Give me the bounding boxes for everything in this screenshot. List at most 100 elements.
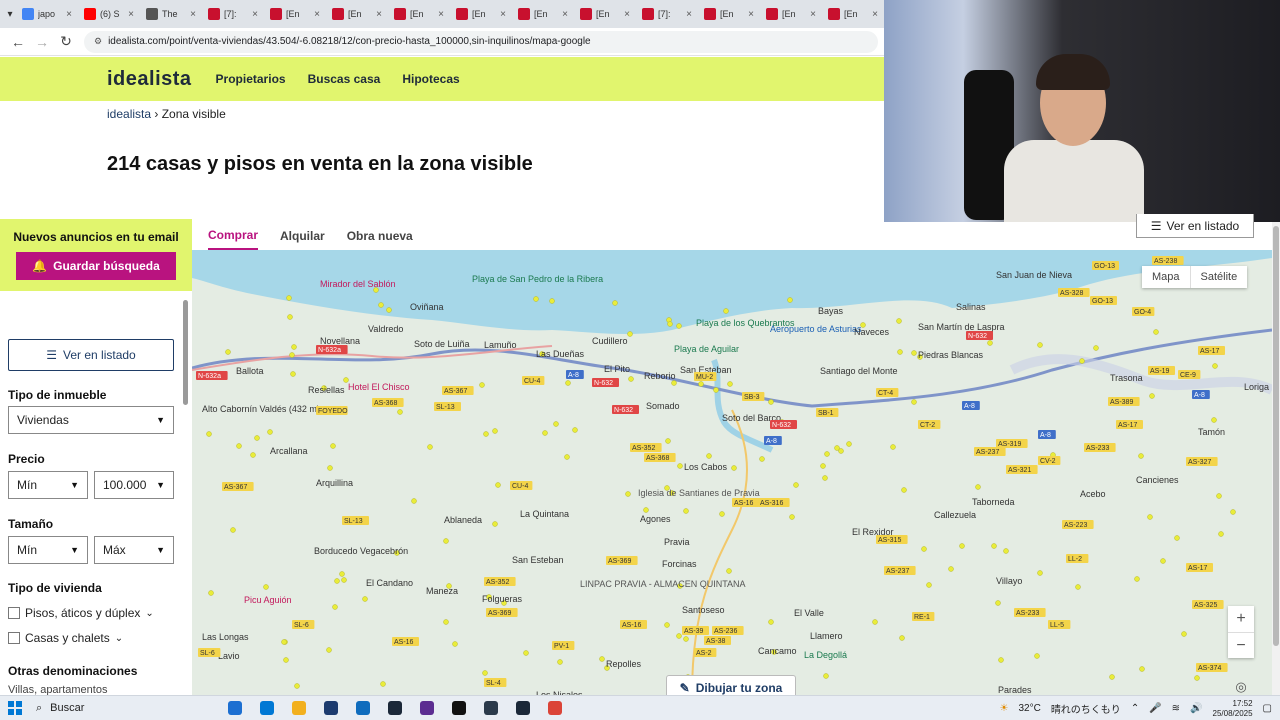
nav-mortgages[interactable]: Hipotecas <box>402 72 459 86</box>
taskbar-app-icon[interactable] <box>224 699 246 717</box>
listing-pin[interactable] <box>1075 584 1081 590</box>
listing-pin[interactable] <box>995 600 1001 606</box>
listing-pin[interactable] <box>625 491 631 497</box>
taskbar-app-icon[interactable] <box>320 699 342 717</box>
size-max-select[interactable]: Máx ▼ <box>94 536 174 564</box>
reload-icon[interactable]: ↻ <box>54 33 78 50</box>
listing-pin[interactable] <box>683 508 689 514</box>
weather-temp[interactable]: 32°C <box>1018 703 1040 714</box>
listing-pin[interactable] <box>713 387 719 393</box>
taskbar-app-icon[interactable] <box>256 699 278 717</box>
listing-pin[interactable] <box>378 302 384 308</box>
browser-tab[interactable]: [En × <box>574 2 636 26</box>
tab-buy[interactable]: Comprar <box>208 222 259 250</box>
listing-pin[interactable] <box>1149 393 1155 399</box>
listing-pin[interactable] <box>443 538 449 544</box>
listing-pin[interactable] <box>281 639 287 645</box>
listing-pin[interactable] <box>1037 570 1043 576</box>
tab-close-icon[interactable]: × <box>872 9 878 20</box>
listing-pin[interactable] <box>820 463 826 469</box>
listing-pin[interactable] <box>267 429 273 435</box>
listing-pin[interactable] <box>822 475 828 481</box>
listing-pin[interactable] <box>286 295 292 301</box>
tab-close-icon[interactable]: × <box>66 9 72 20</box>
listing-pin[interactable] <box>411 498 417 504</box>
listing-pin[interactable] <box>890 444 896 450</box>
listing-pin[interactable] <box>452 641 458 647</box>
listing-pin[interactable] <box>386 307 392 313</box>
listing-pin[interactable] <box>911 350 917 356</box>
listing-pin[interactable] <box>1212 363 1218 369</box>
tab-close-icon[interactable]: × <box>624 9 630 20</box>
listing-pin[interactable] <box>427 444 433 450</box>
view-list-top-button[interactable]: ☰ Ver en listado <box>1136 214 1254 238</box>
chevron-down-icon[interactable]: ⌄ <box>145 608 153 619</box>
listing-pin[interactable] <box>793 482 799 488</box>
chevron-up-icon[interactable]: ⌃ <box>1131 703 1139 714</box>
listing-pin[interactable] <box>959 543 965 549</box>
listing-pin[interactable] <box>787 297 793 303</box>
listing-pin[interactable] <box>911 399 917 405</box>
listing-pin[interactable] <box>549 298 555 304</box>
checkbox-houses[interactable] <box>8 632 20 644</box>
size-min-select[interactable]: Mín ▼ <box>8 536 88 564</box>
map-type-map[interactable]: Mapa <box>1142 266 1190 288</box>
nav-owners[interactable]: Propietarios <box>216 72 286 86</box>
map-canvas[interactable]: Mirador del Sablón Playa de San Pedro de … <box>192 250 1272 695</box>
browser-tab[interactable]: [En × <box>326 2 388 26</box>
mic-icon[interactable]: 🎤 <box>1149 703 1161 714</box>
listing-pin[interactable] <box>612 300 618 306</box>
tab-close-icon[interactable]: × <box>190 9 196 20</box>
listing-pin[interactable] <box>263 584 269 590</box>
address-bar[interactable]: ⚙ idealista.com/point/venta-viviendas/43… <box>84 30 878 53</box>
taskbar-app-icon[interactable] <box>288 699 310 717</box>
listing-pin[interactable] <box>564 454 570 460</box>
save-search-button[interactable]: 🔔 Guardar búsqueda <box>16 252 176 280</box>
listing-pin[interactable] <box>599 656 605 662</box>
tab-close-icon[interactable]: × <box>686 9 692 20</box>
listing-pin[interactable] <box>542 430 548 436</box>
listing-pin[interactable] <box>236 443 242 449</box>
forward-icon[interactable]: → <box>30 34 54 50</box>
listing-pin[interactable] <box>872 619 878 625</box>
listing-pin[interactable] <box>1181 631 1187 637</box>
zoom-out-button[interactable]: − <box>1228 632 1254 658</box>
browser-tab[interactable]: (6) S × <box>78 2 140 26</box>
listing-pin[interactable] <box>1139 666 1145 672</box>
listing-pin[interactable] <box>362 596 368 602</box>
listing-pin[interactable] <box>789 514 795 520</box>
listing-pin[interactable] <box>330 443 336 449</box>
listing-pin[interactable] <box>495 482 501 488</box>
listing-pin[interactable] <box>824 451 830 457</box>
listing-pin[interactable] <box>341 577 347 583</box>
listing-pin[interactable] <box>975 484 981 490</box>
checkbox-flats-row[interactable]: Pisos, áticos y dúplex ⌄ <box>8 606 154 620</box>
listing-pin[interactable] <box>671 380 677 386</box>
listing-pin[interactable] <box>483 431 489 437</box>
listing-pin[interactable] <box>676 323 682 329</box>
browser-tab[interactable]: [En × <box>264 2 326 26</box>
tab-close-icon[interactable]: × <box>438 9 444 20</box>
locate-icon[interactable]: ◎ <box>1230 679 1252 695</box>
listing-pin[interactable] <box>726 568 732 574</box>
listing-pin[interactable] <box>719 511 725 517</box>
listing-pin[interactable] <box>572 427 578 433</box>
clock[interactable]: 17:52 25/08/2025 <box>1213 699 1253 719</box>
tab-close-icon[interactable]: × <box>810 9 816 20</box>
taskbar-search[interactable]: ⌕ Buscar <box>30 698 200 718</box>
listing-pin[interactable] <box>664 622 670 628</box>
listing-pin[interactable] <box>768 619 774 625</box>
listing-pin[interactable] <box>1160 558 1166 564</box>
browser-tab[interactable]: [En × <box>450 2 512 26</box>
listing-pin[interactable] <box>706 453 712 459</box>
listing-pin[interactable] <box>1230 509 1236 515</box>
view-list-button[interactable]: ☰ Ver en listado <box>8 339 174 371</box>
listing-pin[interactable] <box>482 670 488 676</box>
tab-close-icon[interactable]: × <box>128 9 134 20</box>
listing-pin[interactable] <box>492 428 498 434</box>
listing-pin[interactable] <box>731 465 737 471</box>
nav-search-home[interactable]: Buscas casa <box>308 72 381 86</box>
listing-pin[interactable] <box>896 318 902 324</box>
listing-pin[interactable] <box>553 421 559 427</box>
listing-pin[interactable] <box>250 452 256 458</box>
